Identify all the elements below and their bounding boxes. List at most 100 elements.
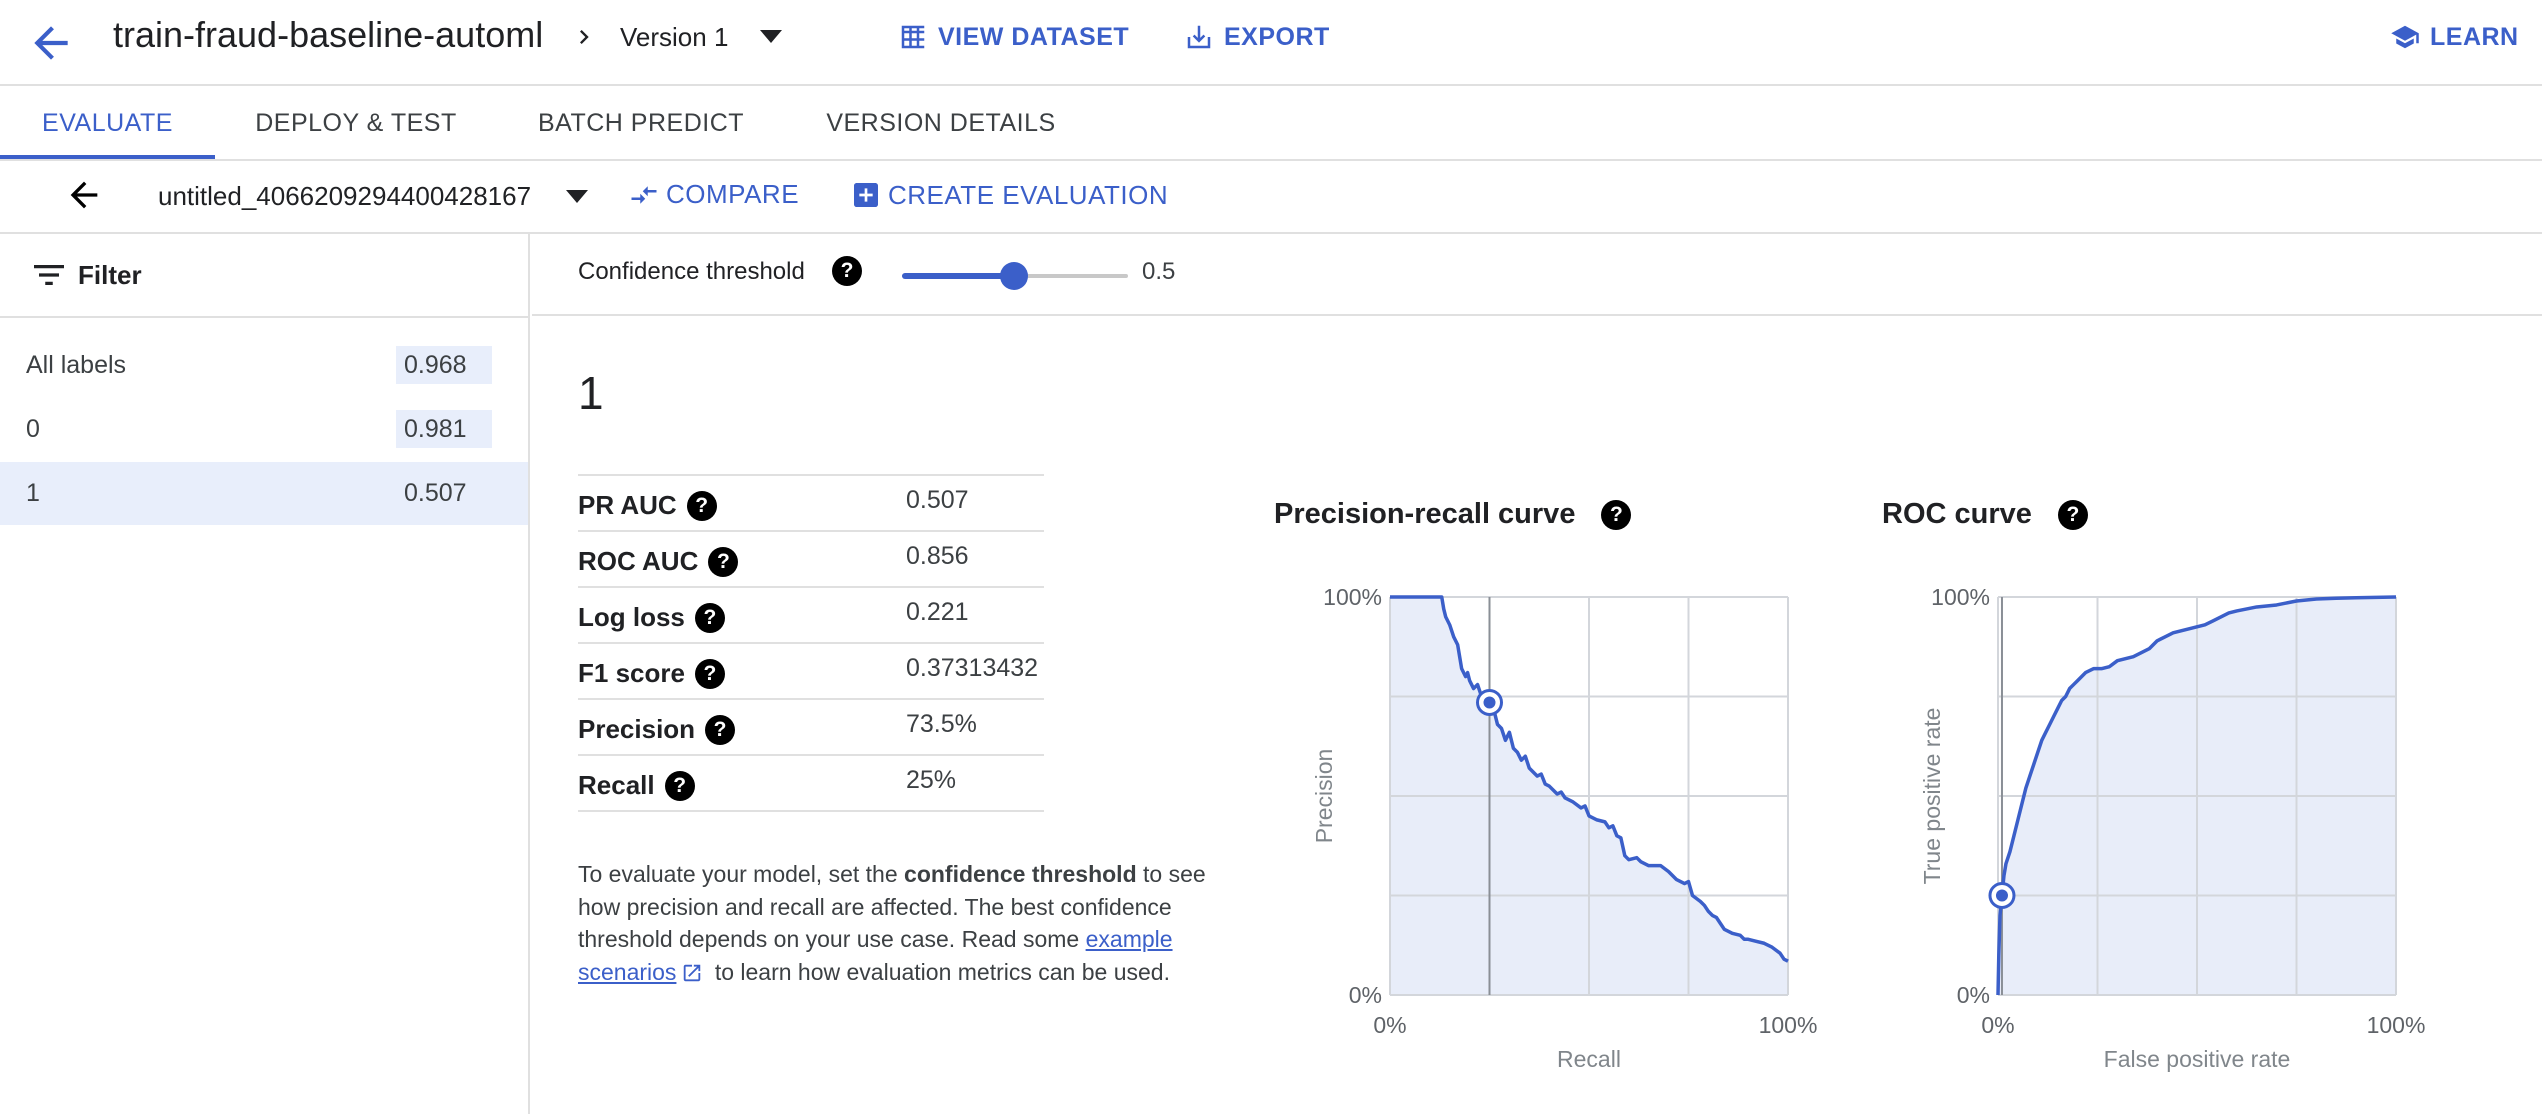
app-header: train-fraud-baseline-automl Version 1 VI…: [0, 0, 2542, 86]
metric-row-f1-score: F1 score? 0.37313432: [578, 644, 1044, 700]
metric-row-pr-auc: PR AUC? 0.507: [578, 476, 1044, 532]
metric-value: 73.5%: [906, 710, 977, 738]
metric-name: Precision: [578, 714, 696, 744]
x-tick-label: 100%: [1759, 1012, 1818, 1038]
label-name: All labels: [26, 351, 127, 379]
metrics-table: PR AUC? 0.507 ROC AUC? 0.856 Log loss? 0…: [578, 474, 1044, 812]
tab-batch-predict[interactable]: BATCH PREDICT: [520, 88, 762, 159]
metric-row-recall: Recall? 25%: [578, 756, 1044, 812]
tab-version-details[interactable]: VERSION DETAILS: [814, 88, 1068, 159]
help-icon[interactable]: ?: [1601, 499, 1632, 530]
slider-thumb[interactable]: [999, 262, 1028, 290]
x-axis-title: False positive rate: [2104, 1046, 2291, 1072]
y-tick-label: 0%: [1957, 982, 1990, 1008]
help-text-part: To evaluate your model, set the: [578, 861, 905, 887]
help-icon[interactable]: ?: [832, 256, 862, 286]
export-button[interactable]: EXPORT: [1184, 22, 1330, 52]
metric-name: PR AUC: [578, 490, 677, 520]
back-arrow-icon[interactable]: [26, 18, 76, 68]
label-name: 0: [26, 415, 40, 443]
learn-button[interactable]: LEARN: [2390, 22, 2519, 52]
help-icon[interactable]: ?: [708, 546, 739, 577]
help-icon[interactable]: ?: [694, 602, 725, 633]
confidence-threshold-value: 0.5: [1142, 258, 1176, 285]
help-icon[interactable]: ?: [694, 658, 725, 689]
download-icon: [1187, 25, 1211, 49]
chevron-right-icon: [580, 30, 589, 44]
label-row-0[interactable]: 0 0.981: [0, 398, 528, 461]
y-axis-title: Precision: [1311, 749, 1337, 844]
view-dataset-button[interactable]: VIEW DATASET: [898, 22, 1129, 52]
y-tick-label: 100%: [1931, 584, 1990, 610]
tab-deploy-test[interactable]: DEPLOY & TEST: [242, 88, 470, 159]
add-box-icon: [854, 183, 878, 207]
roc-curve-title: ROC curve ?: [1882, 498, 2088, 531]
chevron-down-icon[interactable]: [566, 190, 588, 204]
label-score: 0.507: [396, 474, 492, 512]
y-tick-label: 100%: [1323, 584, 1382, 610]
help-icon[interactable]: ?: [705, 714, 736, 745]
label-sidebar: Filter All labels 0.968 0 0.981 1 0.507: [0, 234, 530, 1114]
filter-label: Filter: [78, 260, 142, 290]
compare-arrows-icon: [631, 185, 657, 204]
help-icon[interactable]: ?: [664, 770, 695, 801]
tab-evaluate[interactable]: EVALUATE: [0, 88, 215, 159]
compare-label: COMPARE: [666, 179, 800, 209]
learn-label: LEARN: [2430, 22, 2519, 51]
metric-name: F1 score: [578, 658, 685, 688]
grid-icon: [901, 25, 925, 49]
metric-value: 0.856: [906, 542, 969, 570]
view-dataset-label: VIEW DATASET: [938, 22, 1130, 51]
roc-curve-title-text: ROC curve: [1882, 498, 2032, 530]
evaluation-toolbar: untitled_4066209294400428167 COMPARE CRE…: [0, 161, 2542, 234]
metric-value: 25%: [906, 766, 957, 794]
export-label: EXPORT: [1224, 22, 1330, 51]
x-axis-title: Recall: [1557, 1046, 1621, 1072]
metric-name: ROC AUC: [578, 546, 699, 576]
pr-curve-title-text: Precision-recall curve: [1274, 498, 1576, 530]
metric-value: 0.507: [906, 486, 969, 514]
back-arrow-icon[interactable]: [64, 175, 104, 215]
label-score: 0.968: [396, 346, 492, 384]
page-title: train-fraud-baseline-automl: [113, 14, 544, 55]
version-selector[interactable]: Version 1: [620, 22, 728, 53]
compare-button[interactable]: COMPARE: [628, 179, 799, 210]
open-in-new-icon[interactable]: [680, 962, 704, 984]
metric-name: Recall: [578, 770, 655, 800]
slider-fill: [902, 273, 1014, 279]
label-score: 0.981: [396, 410, 492, 448]
confidence-threshold-row: Confidence threshold ? 0.5: [532, 234, 2542, 316]
label-row-1[interactable]: 1 0.507: [0, 462, 528, 525]
help-icon[interactable]: ?: [2057, 499, 2088, 530]
metric-name: Log loss: [578, 602, 685, 632]
confidence-threshold-slider[interactable]: [902, 256, 1128, 296]
chevron-down-icon[interactable]: [760, 30, 782, 44]
label-name: 1: [26, 479, 40, 507]
evaluation-selector[interactable]: untitled_4066209294400428167: [158, 181, 531, 212]
metric-value: 0.37313432: [906, 654, 1039, 682]
threshold-marker-dot: [1995, 889, 2008, 902]
metric-row-roc-auc: ROC AUC? 0.856: [578, 532, 1044, 588]
y-tick-label: 0%: [1349, 982, 1382, 1008]
pr-curve-title: Precision-recall curve ?: [1274, 498, 1632, 531]
confidence-threshold-label: Confidence threshold: [578, 258, 805, 285]
filter-button[interactable]: Filter: [0, 234, 528, 318]
create-evaluation-label: CREATE EVALUATION: [888, 179, 1169, 210]
x-tick-label: 0%: [1981, 1012, 2014, 1038]
x-tick-label: 100%: [2367, 1012, 2426, 1038]
selected-label-heading: 1: [578, 367, 604, 419]
filter-icon: [34, 265, 64, 285]
x-tick-label: 0%: [1373, 1012, 1406, 1038]
label-row-all[interactable]: All labels 0.968: [0, 334, 528, 397]
evaluation-help-text: To evaluate your model, set the confiden…: [578, 858, 1218, 988]
metric-row-precision: Precision? 73.5%: [578, 700, 1044, 756]
help-icon[interactable]: ?: [686, 490, 717, 521]
help-text-part: to learn how evaluation metrics can be u…: [708, 958, 1170, 985]
tab-bar: EVALUATE DEPLOY & TEST BATCH PREDICT VER…: [0, 88, 2542, 161]
create-evaluation-button[interactable]: CREATE EVALUATION: [850, 179, 1168, 211]
y-axis-title: True positive rate: [1919, 708, 1945, 885]
threshold-marker-dot: [1483, 696, 1496, 709]
help-text-bold: confidence threshold: [904, 861, 1137, 887]
roc-chart: 100% 0% 0% 100% False positive rate True posi…: [1919, 584, 2426, 1072]
metric-value: 0.221: [906, 598, 969, 626]
